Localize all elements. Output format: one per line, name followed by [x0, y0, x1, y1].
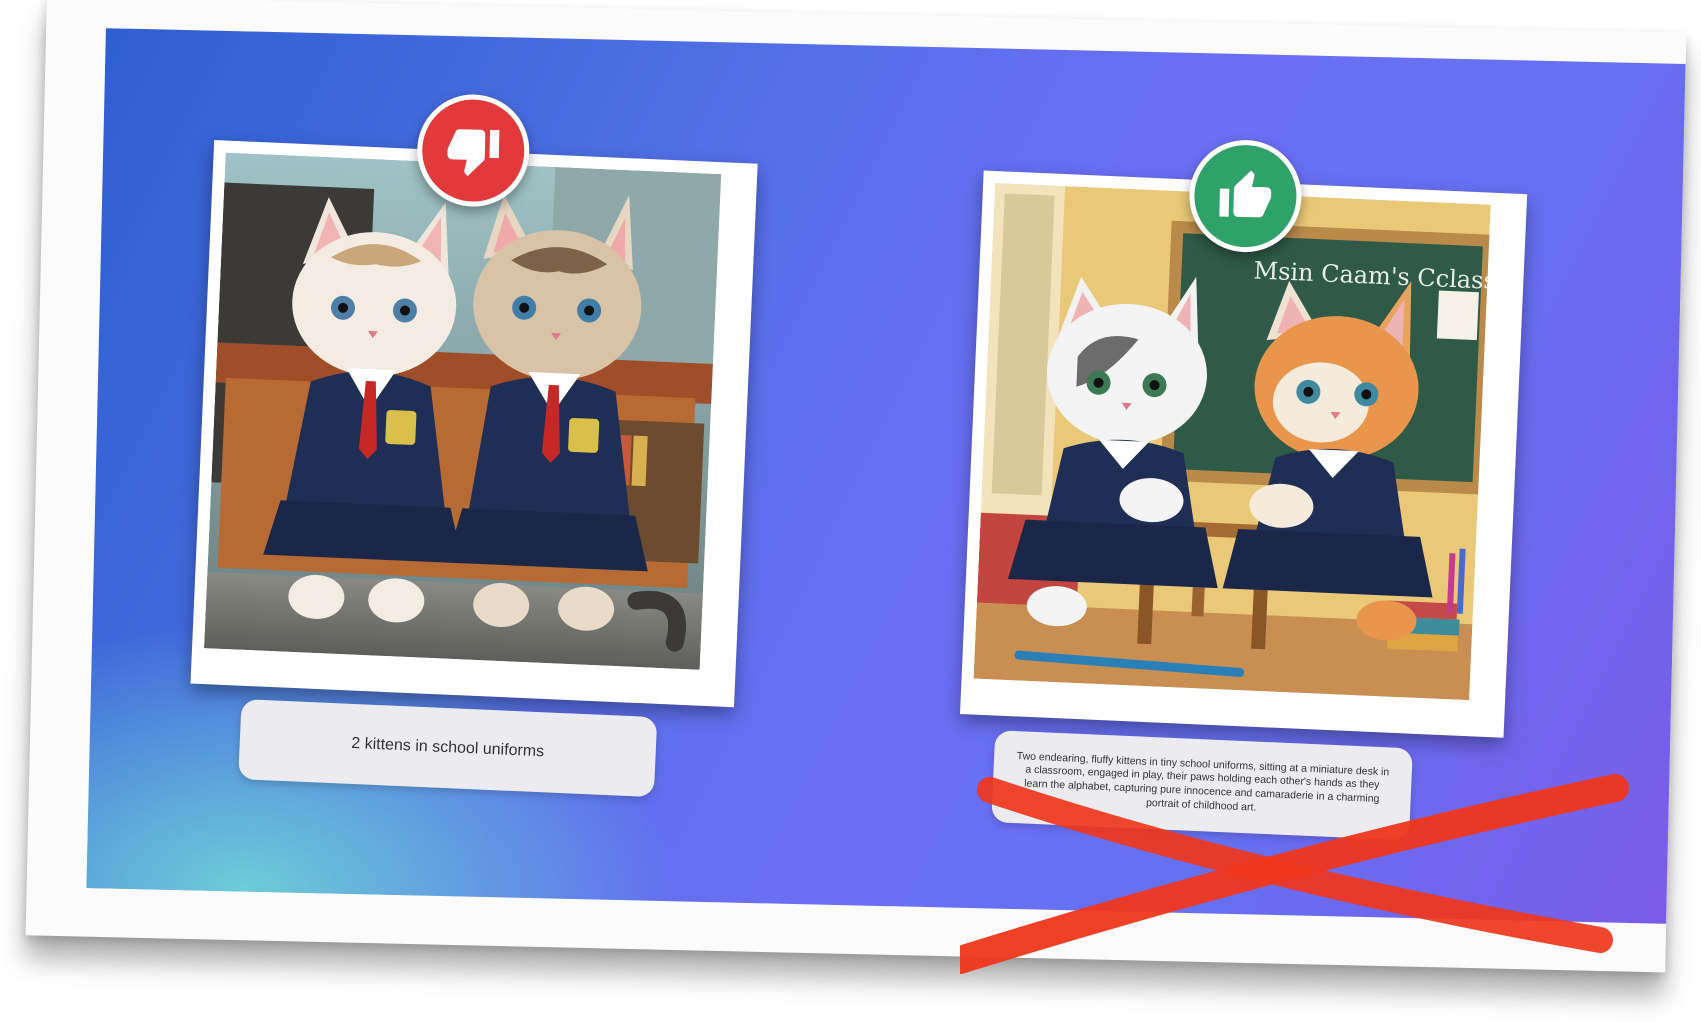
comparison-canvas: 2 kittens in school uniforms Msin Caam's…: [86, 28, 1686, 924]
kittens-classroom-illustration: Msin Caam's Cclassoor: [973, 183, 1515, 701]
right-caption-text: Two endearing, fluffy kittens in tiny sc…: [1016, 749, 1390, 814]
right-image: Msin Caam's Cclassoor: [972, 183, 1515, 725]
right-image-card[interactable]: Msin Caam's Cclassoor: [959, 170, 1528, 738]
kittens-standing-illustration: [204, 152, 722, 670]
left-caption-text: 2 kittens in school uniforms: [350, 734, 545, 761]
left-caption: 2 kittens in school uniforms: [238, 699, 658, 798]
left-image: [203, 152, 745, 695]
left-image-card[interactable]: [190, 140, 758, 708]
thumbs-up-icon: [1219, 170, 1272, 218]
right-caption: Two endearing, fluffy kittens in tiny sc…: [991, 730, 1413, 841]
thumbs-down-icon: [447, 129, 500, 177]
